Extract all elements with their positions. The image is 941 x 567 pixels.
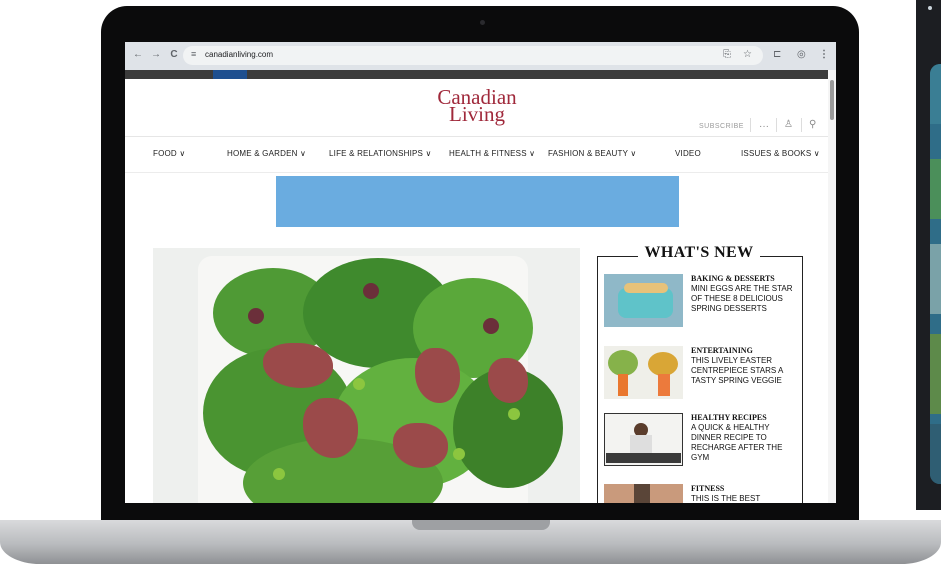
browser-toolbar: ← → C ≡ canadianliving.com ⎘ ☆ ⊏ ◎ ⋮: [125, 42, 836, 71]
nav-life-relationships[interactable]: LIFE & RELATIONSHIPS ∨: [329, 149, 432, 158]
story-thumbnail[interactable]: [604, 413, 683, 466]
scrollbar-thumb[interactable]: [830, 80, 834, 120]
story-thumbnail[interactable]: [604, 484, 683, 503]
story-entertaining[interactable]: ENTERTAINING THIS LIVELY EASTER CENTREPI…: [604, 346, 800, 402]
more-icon[interactable]: ···: [759, 121, 769, 132]
masthead: Canadian Living SUBSCRIBE ··· ♙ ⚲: [125, 79, 828, 137]
reload-icon[interactable]: C: [167, 48, 181, 62]
brand-logo[interactable]: Canadian Living: [425, 87, 529, 125]
bookmark-star-icon[interactable]: ☆: [743, 48, 752, 62]
story-category[interactable]: HEALTHY RECIPES: [691, 413, 767, 422]
story-category[interactable]: BAKING & DESSERTS: [691, 274, 775, 283]
nav-fashion-beauty[interactable]: FASHION & BEAUTY ∨: [548, 149, 636, 158]
back-icon[interactable]: ←: [131, 48, 145, 62]
profile-icon[interactable]: ◎: [797, 48, 806, 62]
webpage: Canadian Living SUBSCRIBE ··· ♙ ⚲ FOOD ∨…: [125, 70, 828, 503]
divider: [801, 118, 802, 132]
ad-banner[interactable]: [276, 176, 679, 227]
extensions-icon[interactable]: ⊏: [773, 48, 781, 62]
nav-home-garden[interactable]: HOME & GARDEN ∨: [227, 149, 306, 158]
whats-new-title: WHAT'S NEW: [603, 244, 795, 262]
menu-icon[interactable]: ⋮: [819, 48, 829, 62]
story-thumbnail[interactable]: [604, 274, 683, 327]
address-bar[interactable]: ≡ canadianliving.com ⎘ ☆: [183, 46, 763, 65]
nav-health-fitness[interactable]: HEALTH & FITNESS ∨: [449, 149, 535, 158]
laptop-screen: ← → C ≡ canadianliving.com ⎘ ☆ ⊏ ◎ ⋮ Can…: [125, 42, 836, 503]
laptop-notch: [412, 520, 550, 530]
account-icon[interactable]: ♙: [784, 119, 793, 130]
nav-video[interactable]: VIDEO: [675, 149, 701, 158]
site-info-icon[interactable]: ≡: [191, 49, 196, 59]
main-nav: FOOD ∨ HOME & GARDEN ∨ LIFE & RELATIONSH…: [125, 136, 828, 173]
promo-logo: [213, 70, 247, 79]
story-headline[interactable]: MINI EGGS ARE THE STAR OF THESE 8 DELICI…: [691, 284, 795, 314]
forward-icon[interactable]: →: [149, 48, 163, 62]
phone-screen: [930, 64, 941, 484]
story-fitness[interactable]: FITNESS THIS IS THE BEST: [604, 484, 800, 503]
search-icon[interactable]: ⚲: [809, 119, 816, 130]
laptop-camera: [480, 20, 485, 25]
story-thumbnail[interactable]: [604, 346, 683, 399]
story-headline[interactable]: A QUICK & HEALTHY DINNER RECIPE TO RECHA…: [691, 423, 795, 463]
divider: [776, 118, 777, 132]
top-promo-strip: [125, 70, 828, 79]
translate-icon[interactable]: ⎘: [723, 48, 731, 62]
phone-camera: [928, 6, 932, 10]
story-baking-desserts[interactable]: BAKING & DESSERTS MINI EGGS ARE THE STAR…: [604, 274, 800, 330]
url-text[interactable]: canadianliving.com: [205, 50, 273, 59]
subscribe-link[interactable]: SUBSCRIBE: [699, 123, 744, 130]
story-headline[interactable]: THIS IS THE BEST: [691, 494, 795, 503]
story-category[interactable]: FITNESS: [691, 484, 724, 493]
story-category[interactable]: ENTERTAINING: [691, 346, 753, 355]
scrollbar[interactable]: [828, 70, 836, 503]
story-headline[interactable]: THIS LIVELY EASTER CENTREPIECE STARS A T…: [691, 356, 795, 386]
story-healthy-recipes[interactable]: HEALTHY RECIPES A QUICK & HEALTHY DINNER…: [604, 413, 800, 469]
hero-image[interactable]: [153, 248, 580, 503]
divider: [750, 118, 751, 132]
nav-food[interactable]: FOOD ∨: [153, 149, 185, 158]
nav-issues-books[interactable]: ISSUES & BOOKS ∨: [741, 149, 820, 158]
